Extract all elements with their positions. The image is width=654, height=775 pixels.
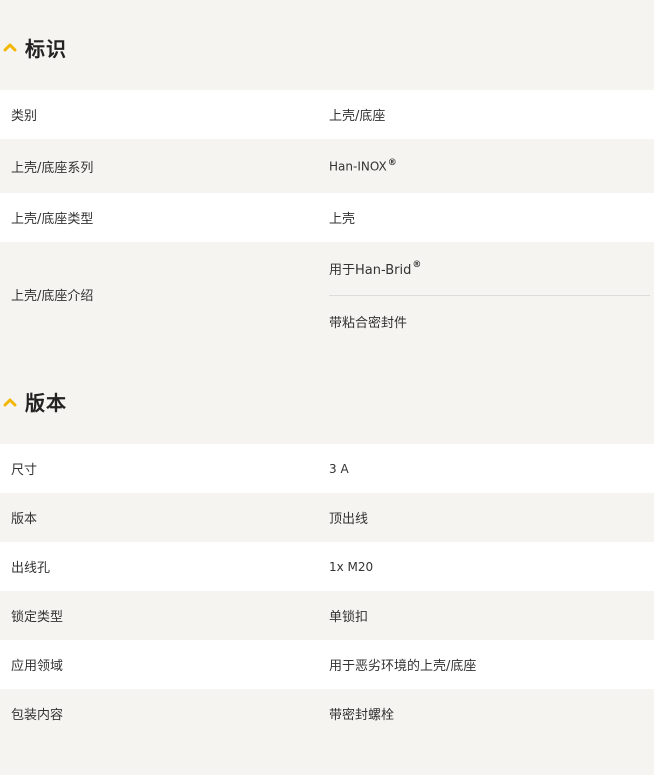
spec-value: 带密封螺栓 — [329, 708, 395, 723]
spec-value-item: 用于Han-Brid ® — [329, 242, 650, 296]
spec-value: 顶出线 — [329, 512, 369, 527]
chevron-up-icon — [3, 43, 17, 52]
spec-value-text: Han-INOX — [329, 159, 387, 174]
product-spec-page: 标识 类别 上壳/底座 上壳/底座系列 Han-INOX® 上壳/底座类型 上壳… — [0, 0, 654, 775]
spec-value: 3 A — [329, 461, 349, 476]
spec-label: 尺寸 — [11, 463, 38, 478]
spec-label: 类别 — [11, 109, 38, 124]
spec-value: 1x M20 — [329, 559, 374, 574]
spec-value: Han-INOX® — [329, 158, 654, 174]
spec-value-list: 用于Han-Brid ® 带粘合密封件 — [329, 242, 654, 347]
spec-value: 上壳/底座 — [329, 109, 386, 124]
chevron-up-icon — [3, 398, 17, 406]
spec-row-series: 上壳/底座系列 Han-INOX® — [0, 139, 654, 193]
spec-row-application: 应用领域 用于恶劣环境的上壳/底座 — [0, 640, 654, 689]
spec-value: 用于恶劣环境的上壳/底座 — [329, 659, 477, 674]
section-header-identification[interactable]: 标识 — [0, 0, 654, 90]
spec-value: 上壳 — [329, 212, 356, 227]
spec-label: 包装内容 — [11, 708, 64, 723]
section-title-identification: 标识 — [25, 36, 67, 61]
spec-row-cable-entry: 出线孔 1x M20 — [0, 542, 654, 591]
spec-label: 出线孔 — [11, 561, 51, 576]
spec-label: 版本 — [11, 512, 38, 527]
spec-row-locking-type: 锁定类型 单锁扣 — [0, 591, 654, 640]
registered-mark: ® — [412, 260, 422, 271]
spec-label: 应用领域 — [11, 659, 64, 674]
spec-label: 上壳/底座介绍 — [11, 289, 94, 304]
spec-row-intro: 上壳/底座介绍 用于Han-Brid ® 带粘合密封件 — [0, 242, 654, 347]
spec-row-package: 包装内容 带密封螺栓 — [0, 689, 654, 738]
spec-value-text: 用于Han-Brid — [329, 263, 412, 278]
spec-row-category: 类别 上壳/底座 — [0, 90, 654, 139]
section-header-version[interactable]: 版本 — [0, 347, 654, 444]
spec-label: 锁定类型 — [11, 610, 64, 625]
registered-mark: ® — [387, 157, 397, 168]
spec-row-version: 版本 顶出线 — [0, 493, 654, 542]
section-title-version: 版本 — [25, 391, 67, 415]
spec-label: 上壳/底座类型 — [11, 212, 94, 227]
spec-row-type: 上壳/底座类型 上壳 — [0, 193, 654, 242]
spec-value: 单锁扣 — [329, 610, 369, 625]
spec-row-size: 尺寸 3 A — [0, 444, 654, 493]
spec-value-item: 带粘合密封件 — [329, 316, 408, 331]
spec-label: 上壳/底座系列 — [11, 160, 94, 176]
